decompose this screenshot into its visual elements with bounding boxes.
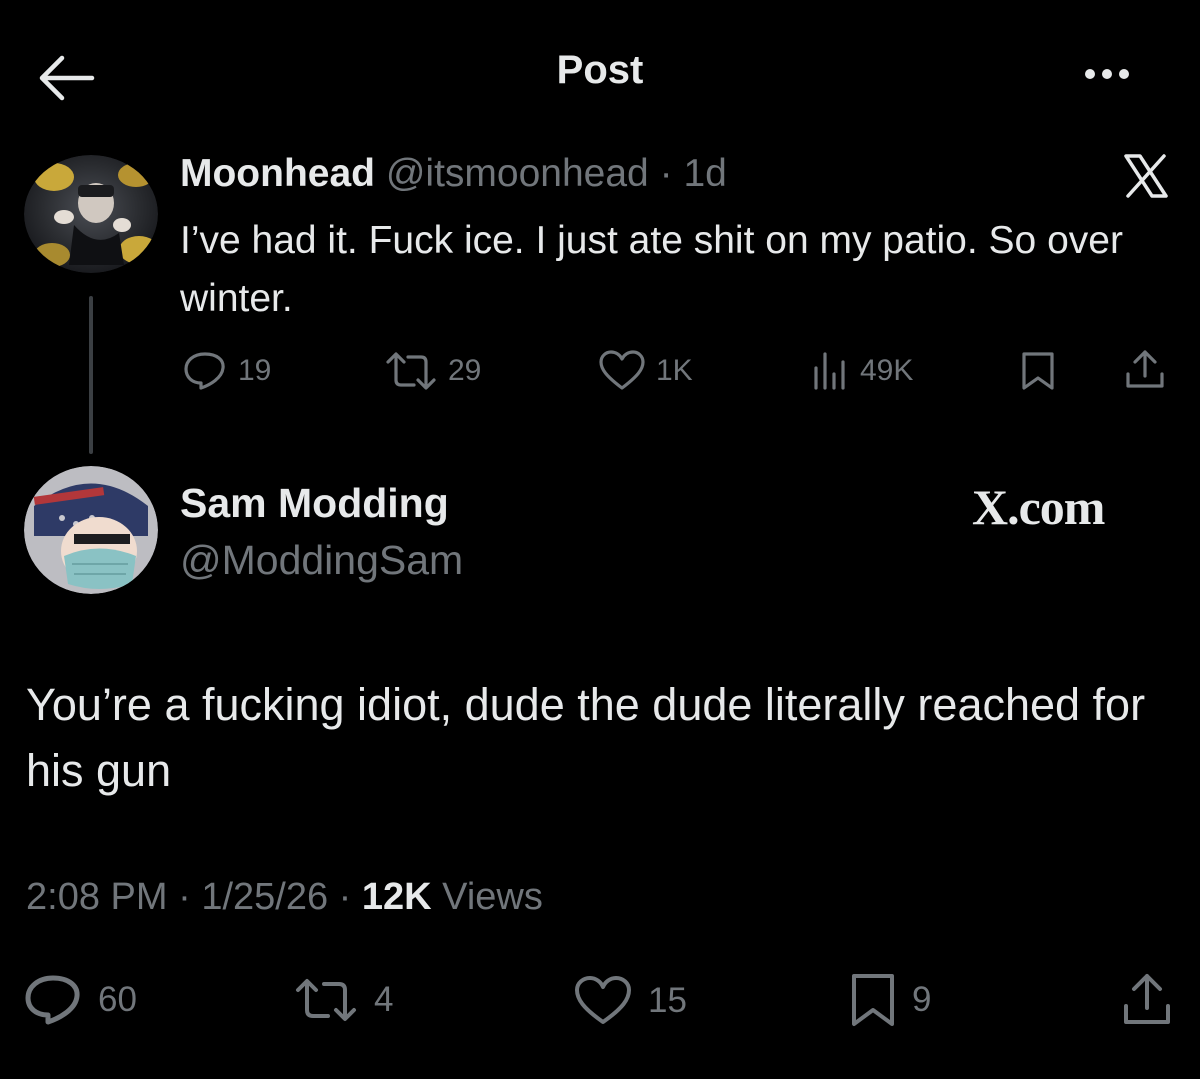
post-header: Moonhead @itsmoonhead · 1d: [180, 152, 727, 196]
post-time[interactable]: 1d: [683, 152, 726, 195]
post-time[interactable]: 2:08 PM: [26, 876, 168, 918]
repost-icon: [386, 352, 436, 390]
reply-button[interactable]: 60: [24, 974, 137, 1026]
separator-dot: ·: [338, 876, 352, 918]
author-name[interactable]: Moonhead: [180, 152, 375, 195]
views-button[interactable]: 49K: [810, 350, 913, 392]
reply-text: You’re a fucking idiot, dude the dude li…: [26, 679, 1146, 796]
share-button[interactable]: [1122, 972, 1172, 1026]
reply-icon: [184, 352, 225, 390]
view-count: 49K: [860, 354, 914, 387]
bookmark-button[interactable]: 9: [850, 972, 931, 1028]
more-horizontal-icon: [1085, 69, 1129, 79]
separator-dot: ·: [659, 152, 673, 195]
profile-photo: [24, 466, 158, 594]
page-title: Post: [556, 48, 644, 92]
bookmark-count: 9: [912, 980, 932, 1019]
separator-dot: ·: [178, 876, 191, 918]
heart-icon: [575, 976, 631, 1024]
bookmark-icon: [852, 974, 894, 1026]
like-count: 15: [648, 981, 687, 1020]
post-text: I’ve had it. Fuck ice. I just ate shit o…: [180, 219, 1123, 320]
avatar[interactable]: [24, 155, 158, 273]
repost-count: 29: [448, 354, 482, 387]
xcom-watermark: X.com: [972, 479, 1105, 535]
reply-button[interactable]: 19: [182, 350, 271, 392]
thread-line: [89, 296, 93, 454]
share-icon: [1126, 350, 1164, 388]
heart-icon: [599, 350, 645, 390]
reply-author-name[interactable]: Sam Modding: [180, 480, 449, 527]
bookmark-button[interactable]: [1020, 350, 1056, 392]
views-label: Views: [442, 876, 543, 918]
views-count: 12K: [361, 876, 432, 918]
post-date[interactable]: 1/25/26: [201, 876, 328, 918]
x-logo-icon: [1120, 150, 1172, 202]
profile-photo: [24, 155, 158, 273]
like-count: 1K: [656, 354, 693, 387]
reply-icon: [25, 975, 80, 1025]
repost-icon: [296, 979, 356, 1021]
avatar[interactable]: [24, 466, 158, 594]
post-meta: 2:08 PM · 1/25/26 · 12K Views: [26, 876, 543, 919]
reply-count: 60: [98, 980, 137, 1019]
analytics-icon: [814, 352, 845, 390]
reply-count: 19: [238, 354, 272, 387]
repost-button[interactable]: 29: [384, 350, 481, 392]
author-handle[interactable]: @itsmoonhead: [386, 152, 649, 195]
share-button[interactable]: [1124, 348, 1166, 390]
more-button[interactable]: [1080, 56, 1140, 92]
share-icon: [1124, 974, 1170, 1024]
reply-author-handle[interactable]: @ModdingSam: [180, 537, 463, 584]
repost-count: 4: [374, 980, 394, 1019]
bookmark-icon: [1022, 352, 1054, 390]
like-button[interactable]: 1K: [598, 350, 693, 392]
like-button[interactable]: 15: [574, 976, 687, 1026]
repost-button[interactable]: 4: [294, 976, 393, 1024]
